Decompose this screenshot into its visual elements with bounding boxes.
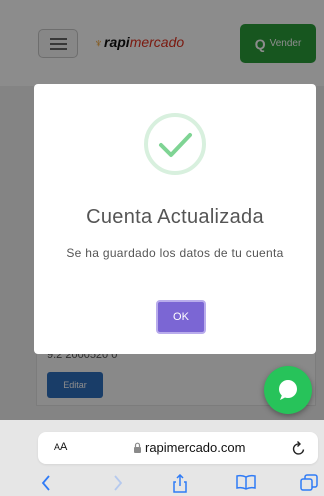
reload-icon[interactable]: [292, 440, 306, 456]
lock-icon: [134, 442, 141, 453]
address-bar[interactable]: AA rapimercado.com: [38, 432, 318, 464]
url-text: rapimercado.com: [145, 440, 246, 455]
browser-bottom-bar: AA rapimercado.com: [0, 420, 324, 496]
share-icon[interactable]: [172, 474, 188, 493]
chat-button[interactable]: [264, 366, 312, 414]
back-icon[interactable]: [40, 474, 52, 492]
ok-button[interactable]: OK: [156, 300, 206, 334]
bookmarks-icon[interactable]: [236, 474, 256, 490]
forward-icon[interactable]: [112, 474, 124, 492]
success-check-icon: [144, 113, 206, 175]
chat-bubble-icon: [279, 380, 297, 400]
dialog-message: Se ha guardado los datos de tu cuenta: [66, 246, 284, 260]
text-size-button[interactable]: AA: [54, 441, 67, 453]
tabs-icon[interactable]: [300, 474, 318, 492]
dialog-title: Cuenta Actualizada: [86, 206, 264, 228]
browser-toolbar: [0, 472, 324, 494]
success-dialog: Cuenta Actualizada Se ha guardado los da…: [34, 84, 316, 354]
